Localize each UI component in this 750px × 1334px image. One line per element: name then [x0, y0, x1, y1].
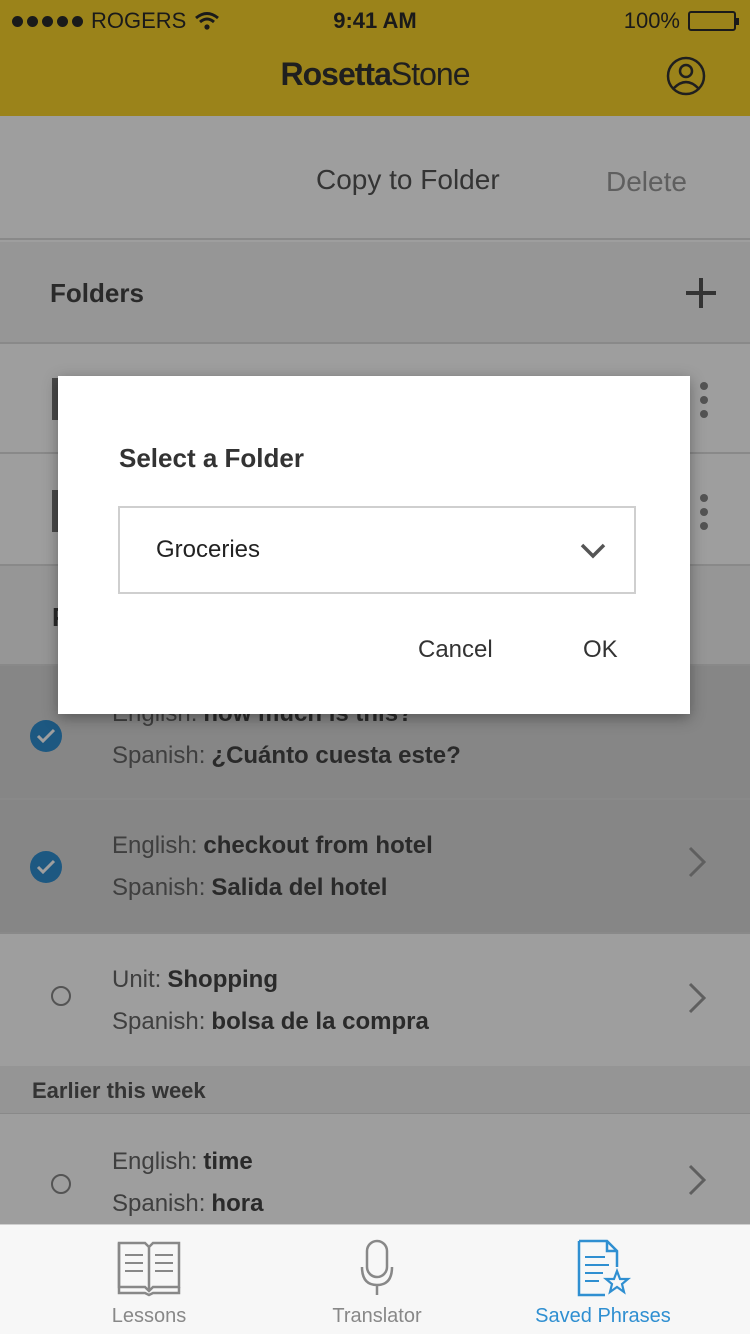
- tab-label: Saved Phrases: [535, 1305, 671, 1327]
- tab-bar: Lessons Translator Saved Phrases: [0, 1224, 750, 1334]
- cancel-button[interactable]: Cancel: [418, 636, 493, 664]
- select-folder-dialog: Select a Folder Groceries Cancel OK: [58, 376, 690, 714]
- folder-dropdown[interactable]: Groceries: [118, 506, 636, 594]
- tab-translator[interactable]: Translator: [252, 1225, 502, 1334]
- microphone-icon: [360, 1239, 394, 1295]
- tab-label: Lessons: [111, 1305, 187, 1327]
- chevron-down-icon: [580, 543, 606, 559]
- tab-lessons[interactable]: Lessons: [24, 1225, 274, 1334]
- saved-phrases-icon: [577, 1239, 631, 1297]
- dropdown-value: Groceries: [156, 536, 261, 563]
- tab-saved-phrases[interactable]: Saved Phrases: [478, 1225, 728, 1334]
- tab-label: Translator: [332, 1305, 422, 1327]
- book-icon: [117, 1241, 181, 1297]
- dialog-title: Select a Folder: [119, 443, 304, 473]
- ok-button[interactable]: OK: [583, 636, 618, 664]
